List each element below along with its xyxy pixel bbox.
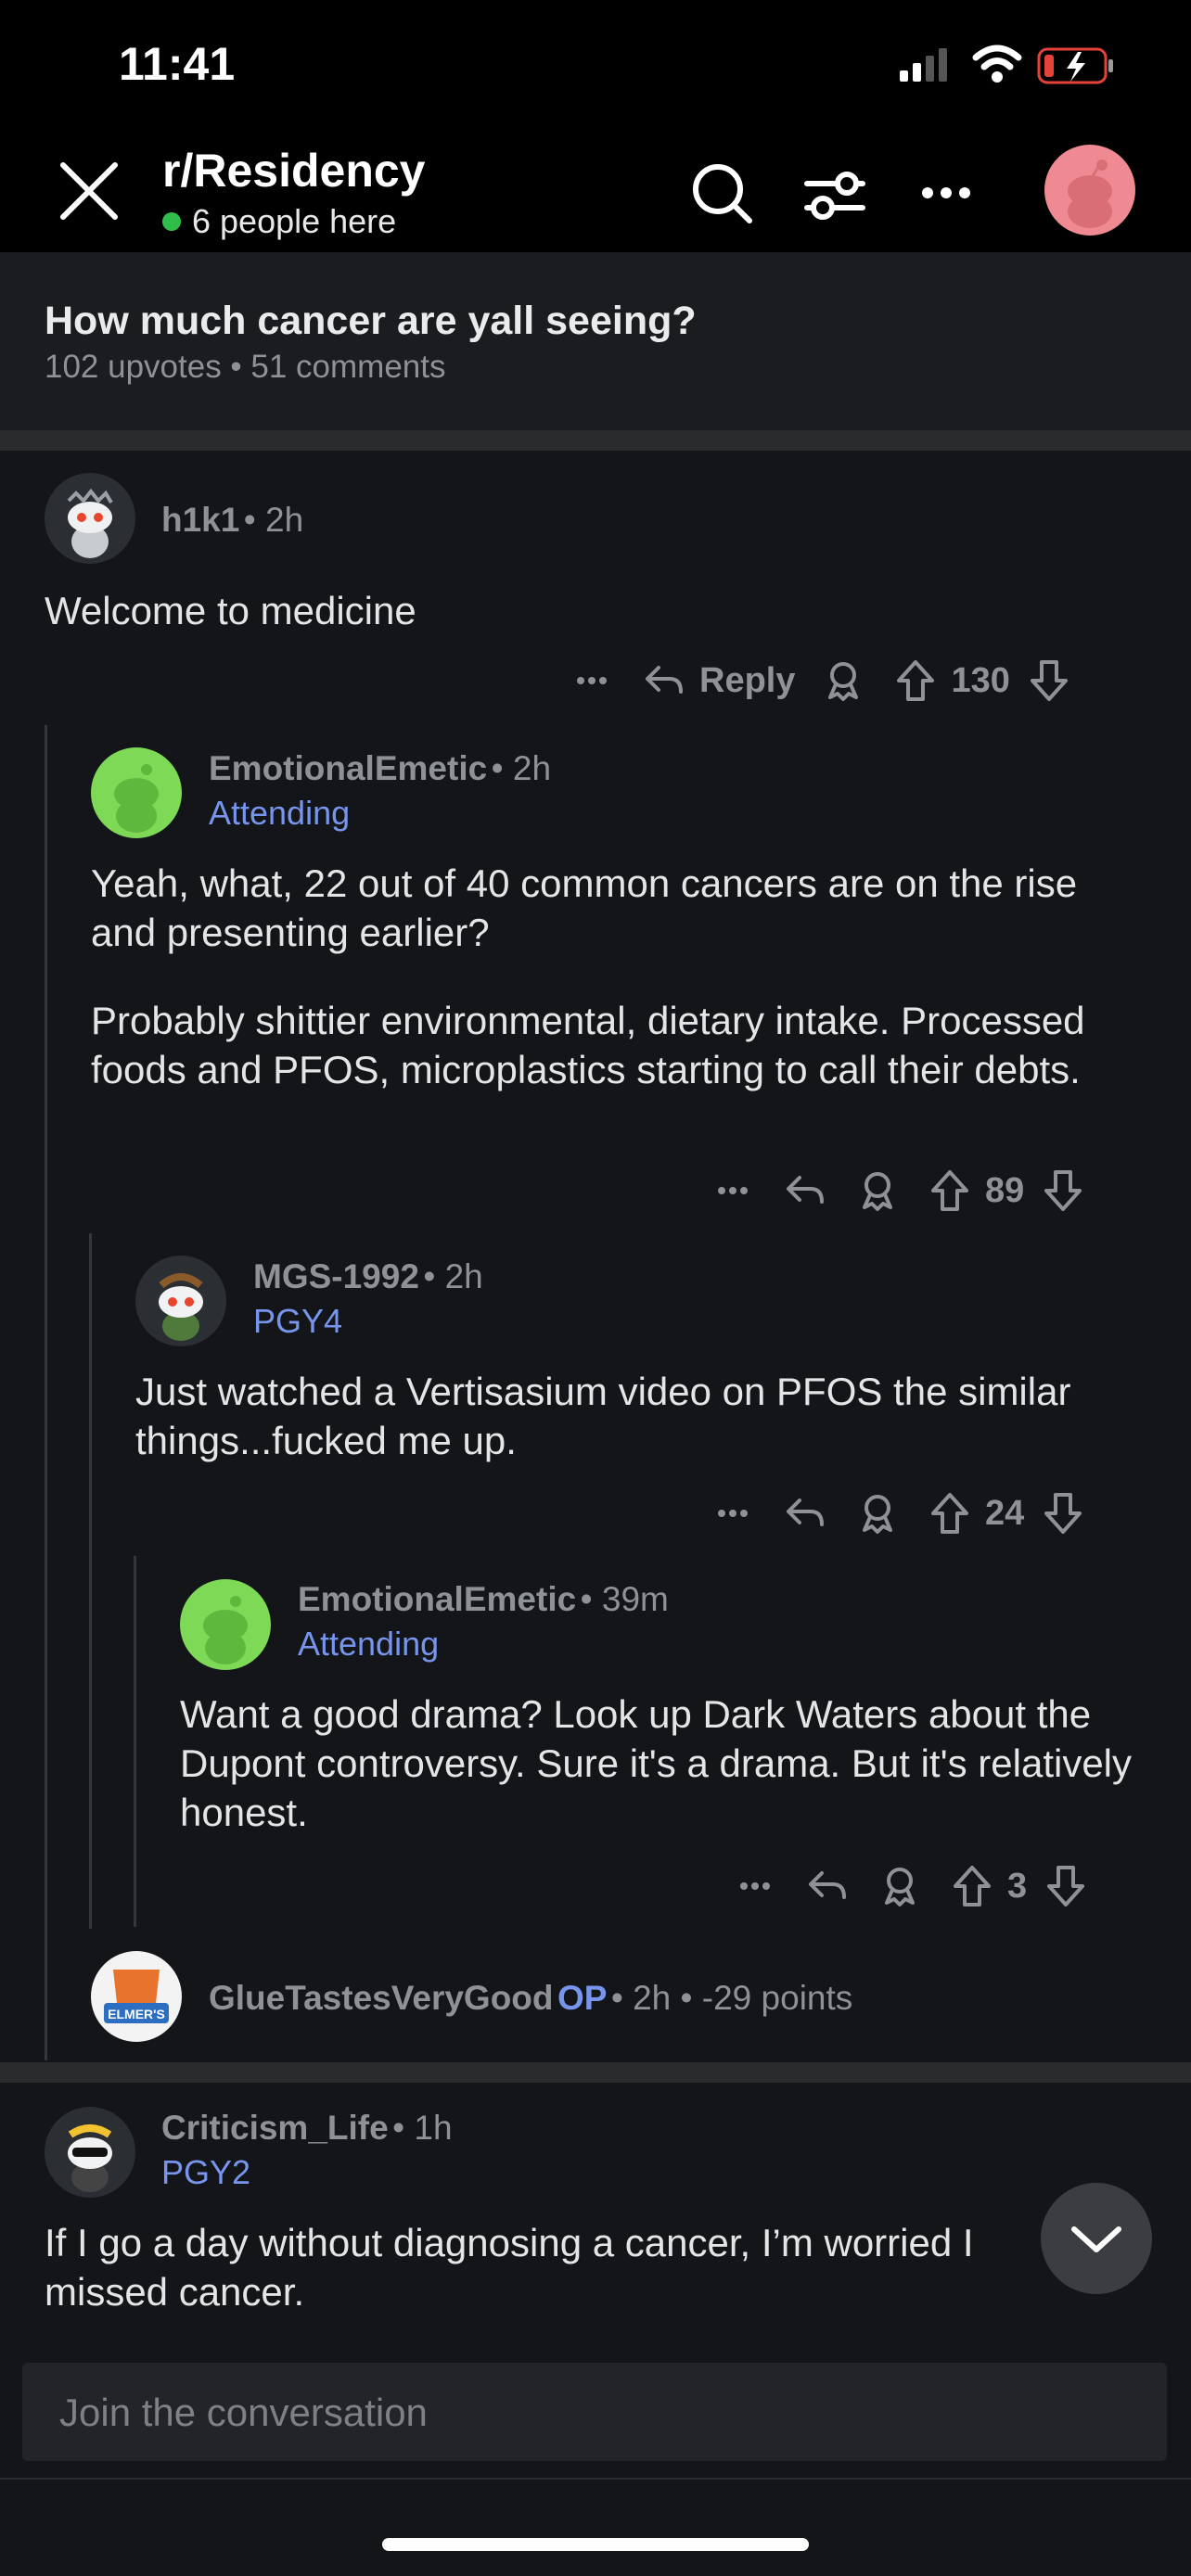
snoo-avatar-icon: [68, 2124, 112, 2192]
more-icon[interactable]: [709, 1167, 757, 1215]
reply-button[interactable]: Reply: [699, 661, 795, 701]
comment-actions: 89: [709, 1167, 1087, 1215]
comment-time: • 2h: [491, 749, 552, 787]
avatar[interactable]: [45, 2107, 135, 2198]
award-icon[interactable]: [876, 1862, 924, 1910]
elmers-logo-icon: ELMER'S: [104, 1970, 169, 2023]
upvote-icon[interactable]: [948, 1862, 996, 1910]
user-flair: Attending: [298, 1625, 440, 1663]
presence-text: 6 people here: [192, 202, 397, 240]
username[interactable]: GlueTastesVeryGood: [209, 1979, 554, 2017]
reply-icon[interactable]: [803, 1862, 852, 1910]
presence-indicator: 6 people here: [162, 202, 396, 241]
comment-header[interactable]: GlueTastesVeryGood OP • 2h • -29 points: [209, 1979, 852, 2018]
comment-time: • 1h: [392, 2109, 453, 2147]
comment-header: EmotionalEmetic • 39m: [298, 1580, 669, 1619]
user-flair: PGY4: [253, 1302, 343, 1340]
avatar[interactable]: [180, 1579, 271, 1670]
post-meta: 102 upvotes • 51 comments: [45, 349, 446, 385]
comment-input-placeholder[interactable]: Join the conversation: [59, 2391, 428, 2435]
avatar[interactable]: [91, 747, 182, 838]
avatar[interactable]: ELMER'S: [91, 1951, 182, 2042]
subreddit-name[interactable]: r/Residency: [162, 144, 425, 198]
username[interactable]: EmotionalEmetic: [298, 1580, 576, 1618]
vote-score: 24: [985, 1493, 1025, 1533]
avatar[interactable]: [135, 1256, 226, 1346]
search-icon[interactable]: [685, 156, 759, 230]
username[interactable]: h1k1: [161, 501, 239, 539]
comment-header: MGS-1992 • 2h: [253, 1257, 483, 1296]
more-icon[interactable]: [909, 156, 983, 230]
vote-score: 89: [985, 1170, 1025, 1210]
home-indicator[interactable]: [382, 2538, 809, 2551]
downvote-icon[interactable]: [1039, 1489, 1087, 1537]
award-icon[interactable]: [853, 1489, 902, 1537]
divider: [0, 2062, 1191, 2083]
comment-body: Probably shittier environmental, dietary…: [91, 999, 1085, 1091]
thread-line[interactable]: [45, 725, 47, 2060]
username[interactable]: EmotionalEmetic: [209, 749, 487, 787]
comment-actions: 3: [731, 1862, 1090, 1910]
comment-body: Welcome to medicine: [45, 589, 416, 632]
comment-header: EmotionalEmetic • 2h: [209, 749, 551, 788]
username[interactable]: Criticism_Life: [161, 2109, 389, 2147]
filter-icon[interactable]: [798, 156, 872, 230]
user-flair: Attending: [209, 794, 351, 832]
thread-line[interactable]: [89, 1233, 92, 1929]
comment-body: Want a good drama? Look up Dark Waters a…: [180, 1692, 1133, 1834]
comment-body: Yeah, what, 22 out of 40 common cancers …: [91, 861, 1078, 954]
elmers-logo-text: ELMER'S: [108, 2007, 165, 2021]
reply-icon[interactable]: [640, 657, 688, 705]
snoo-avatar-icon: [114, 764, 159, 833]
wifi-icon: [972, 45, 1022, 83]
online-dot-icon: [162, 212, 181, 231]
status-time: 11:41: [119, 38, 236, 90]
downvote-icon[interactable]: [1039, 1167, 1087, 1215]
snoo-avatar-icon: [203, 1596, 248, 1664]
comment-body: If I go a day without diagnosing a cance…: [45, 2221, 974, 2314]
reply-icon[interactable]: [781, 1167, 829, 1215]
comment-actions: 24: [709, 1489, 1087, 1537]
downvote-icon[interactable]: [1042, 1862, 1090, 1910]
avatar[interactable]: [45, 473, 135, 564]
cellular-signal-icon: [900, 48, 947, 82]
more-icon[interactable]: [731, 1862, 779, 1910]
comment-header: h1k1 • 2h: [161, 501, 303, 540]
user-avatar[interactable]: [1044, 145, 1135, 236]
reply-icon[interactable]: [781, 1489, 829, 1537]
next-comment-button[interactable]: [1041, 2183, 1152, 2294]
comment-time: • 2h: [423, 1257, 483, 1295]
battery-charging-icon: [1037, 47, 1113, 84]
upvote-icon[interactable]: [926, 1167, 974, 1215]
username[interactable]: MGS-1992: [253, 1257, 419, 1295]
comment-time: • 2h • -29 points: [610, 1979, 853, 2017]
comment-body: Just watched a Vertisasium video on PFOS…: [135, 1370, 1071, 1462]
vote-score: 3: [1007, 1866, 1028, 1906]
divider: [0, 2478, 1191, 2480]
thread-line[interactable]: [134, 1556, 136, 1927]
downvote-icon[interactable]: [1025, 657, 1073, 705]
snoo-avatar-icon: [159, 1273, 203, 1341]
close-icon[interactable]: [56, 158, 122, 224]
comment-actions: Reply 130: [568, 657, 1073, 705]
vote-score: 130: [951, 660, 1010, 700]
comment-time: • 39m: [580, 1580, 669, 1618]
comment-header: Criticism_Life • 1h: [161, 2109, 453, 2148]
user-flair: PGY2: [161, 2153, 251, 2191]
more-icon[interactable]: [709, 1489, 757, 1537]
snoo-avatar-icon: [67, 488, 113, 558]
divider: [0, 430, 1191, 451]
post-title[interactable]: How much cancer are yall seeing?: [45, 299, 697, 344]
award-icon[interactable]: [819, 657, 867, 705]
op-badge: OP: [557, 1979, 608, 2017]
more-icon[interactable]: [568, 657, 616, 705]
upvote-icon[interactable]: [891, 657, 940, 705]
award-icon[interactable]: [853, 1167, 902, 1215]
snoo-avatar-icon: [1068, 159, 1112, 228]
chevron-down-icon: [1071, 2226, 1121, 2252]
upvote-icon[interactable]: [926, 1489, 974, 1537]
comment-time: • 2h: [243, 501, 304, 539]
